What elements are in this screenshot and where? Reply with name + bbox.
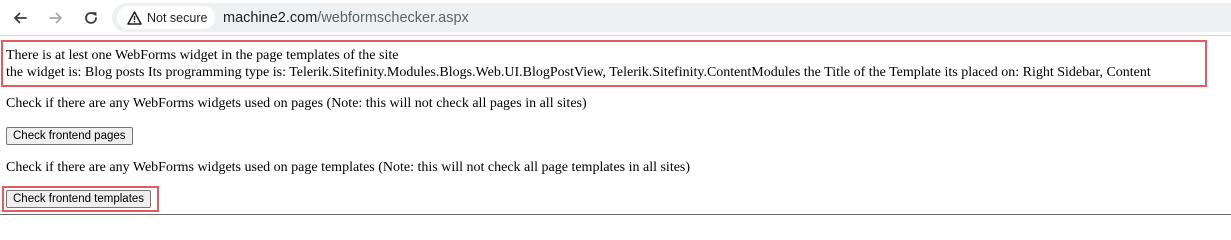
back-arrow-icon [12, 10, 28, 26]
url-text[interactable]: machine2.com/webformschecker.aspx [223, 10, 469, 26]
security-label: Not secure [147, 10, 208, 25]
forward-arrow-icon [48, 10, 64, 26]
url-host: machine2.com [223, 10, 318, 26]
forward-button[interactable] [45, 7, 67, 29]
check-frontend-pages-button[interactable]: Check frontend pages [6, 127, 133, 145]
browser-toolbar: Not secure machine2.com/webformschecker.… [0, 0, 1231, 35]
url-path: /webformschecker.aspx [317, 10, 469, 26]
toolbar-divider [0, 35, 1231, 36]
reload-button[interactable] [80, 7, 102, 29]
templates-check-description: Check if there are any WebForms widgets … [6, 160, 691, 175]
warning-triangle-icon [126, 10, 142, 26]
pages-check-description: Check if there are any WebForms widgets … [6, 96, 587, 111]
security-chip[interactable]: Not secure [117, 6, 215, 29]
result-line-2: the widget is: Blog posts Its programmin… [6, 65, 1151, 80]
address-bar[interactable]: Not secure machine2.com/webformschecker.… [112, 3, 1231, 32]
bottom-divider [0, 214, 1231, 215]
check-frontend-templates-button[interactable]: Check frontend templates [6, 190, 152, 208]
back-button[interactable] [9, 7, 31, 29]
result-line-1: There is at lest one WebForms widget in … [6, 48, 399, 63]
reload-icon [83, 10, 99, 26]
